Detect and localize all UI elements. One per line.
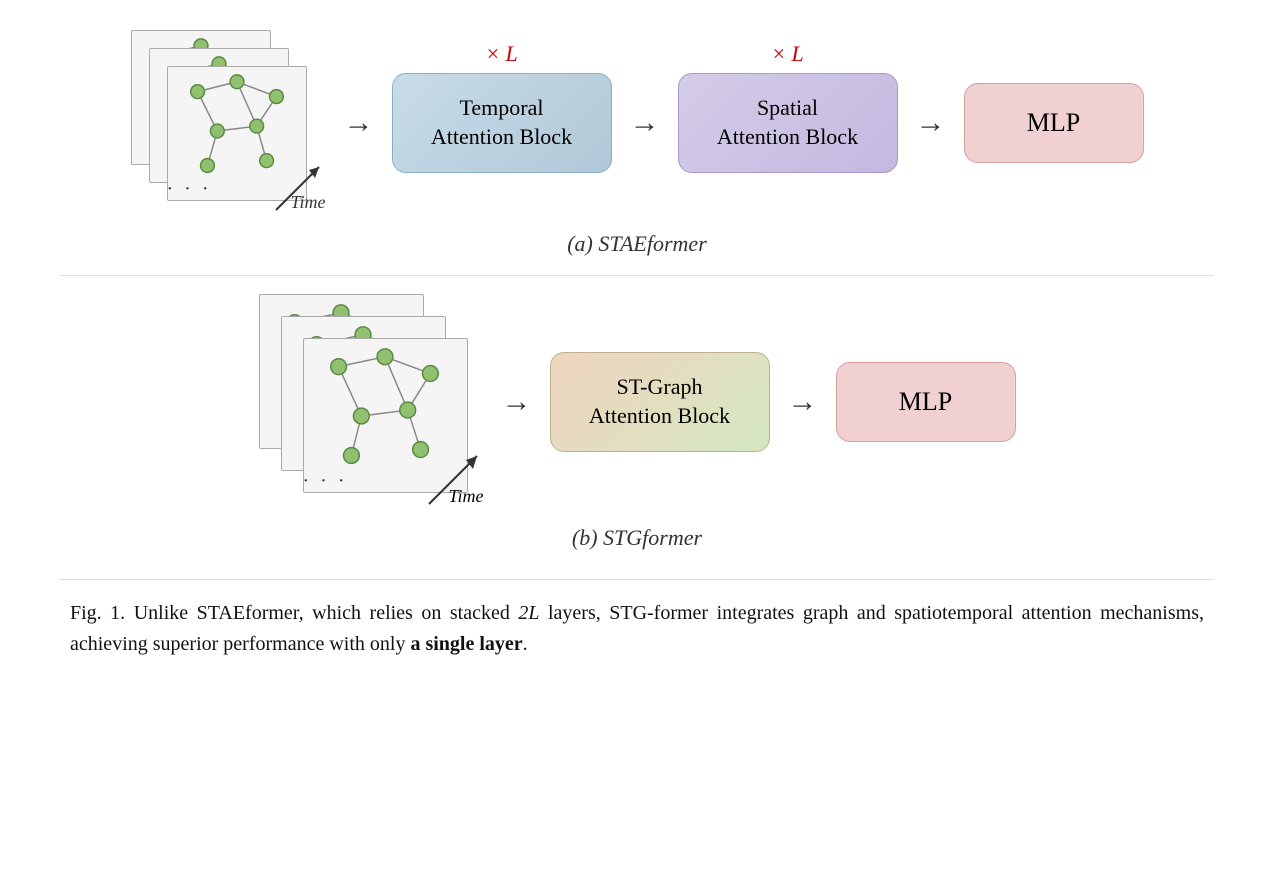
arrow-a1: → (344, 108, 374, 138)
times-l-temporal: × L (485, 41, 518, 67)
stgraph-block-wrapper: ST-GraphAttention Block (550, 352, 770, 452)
caption-a: (a) STAEformer (567, 231, 707, 257)
mlp1-block: MLP (964, 83, 1144, 163)
temporal-block-text: TemporalAttention Block (431, 94, 572, 151)
diagram-row-a: · · · Time → × L TemporalAttention Block… (131, 30, 1144, 215)
time-label-b: Time (448, 486, 483, 507)
graph-stack-a: · · · Time (131, 30, 326, 215)
stgraph-attention-block: ST-GraphAttention Block (550, 352, 770, 452)
times-l-spatial: × L (771, 41, 804, 67)
spatial-block-text: SpatialAttention Block (717, 94, 858, 151)
temporal-block-wrapper: × L TemporalAttention Block (392, 73, 612, 173)
fig-caption-2L: 2L (518, 602, 539, 624)
spatial-attention-block: SpatialAttention Block (678, 73, 898, 173)
diagram-row-b: · · · Time → ST-GraphAttention Block → (259, 294, 1016, 509)
arrow-a2: → (630, 108, 660, 138)
mlp2-block: MLP (836, 362, 1016, 442)
caption-b: (b) STGformer (572, 525, 702, 551)
mlp2-wrapper: MLP (836, 362, 1016, 442)
time-label-a: Time (290, 192, 325, 213)
fig-caption-bold: a single layer (410, 633, 522, 655)
fig-caption-prefix: Fig. 1. Unlike STAEformer, which relies … (70, 602, 518, 624)
arrow-b1: → (502, 387, 532, 417)
spatial-block-wrapper: × L SpatialAttention Block (678, 73, 898, 173)
mlp1-wrapper: MLP (964, 83, 1144, 163)
fig-caption-suffix: . (523, 633, 528, 655)
arrow-a3: → (916, 108, 946, 138)
figure-caption: Fig. 1. Unlike STAEformer, which relies … (60, 579, 1214, 660)
arrow-b2: → (788, 387, 818, 417)
temporal-attention-block: TemporalAttention Block (392, 73, 612, 173)
main-container: · · · Time → × L TemporalAttention Block… (0, 0, 1274, 894)
section-b: · · · Time → ST-GraphAttention Block → (60, 294, 1214, 551)
section-divider (60, 275, 1214, 276)
stgraph-block-text: ST-GraphAttention Block (589, 373, 730, 430)
section-a: · · · Time → × L TemporalAttention Block… (60, 30, 1214, 257)
dots-a: · · · (167, 178, 212, 201)
dots-b: · · · (303, 470, 348, 493)
graph-stack-b: · · · Time (259, 294, 484, 509)
